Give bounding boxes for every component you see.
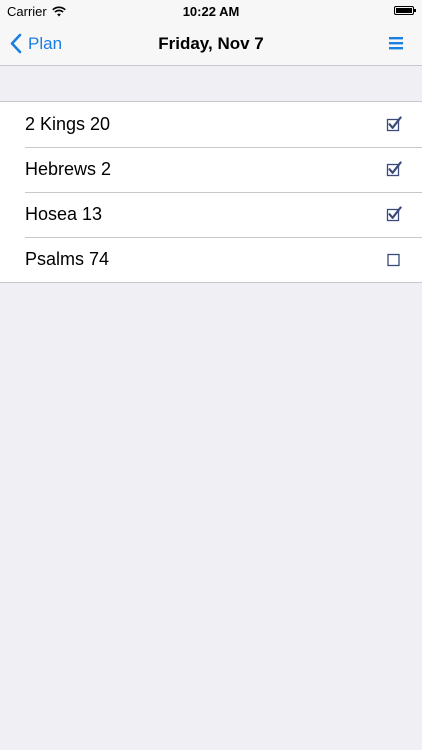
reading-label: Hebrews 2: [25, 159, 112, 179]
reading-label: 2 Kings 20: [25, 114, 111, 134]
hamburger-menu-icon: [389, 37, 403, 50]
battery-icon: [394, 6, 416, 15]
list-item[interactable]: Psalms 74: [0, 237, 422, 282]
checkbox-checked-icon[interactable]: [386, 161, 402, 177]
navigation-bar: Plan Friday, Nov 7: [0, 22, 422, 66]
list-item[interactable]: Hosea 13: [0, 192, 422, 237]
menu-button[interactable]: [386, 34, 406, 52]
list-item[interactable]: Hebrews 2: [0, 147, 422, 192]
checkbox-checked-icon[interactable]: [386, 116, 402, 132]
checkbox-unchecked-icon[interactable]: [386, 251, 402, 267]
status-bar: Carrier 10:22 AM: [0, 0, 422, 22]
reading-label: Psalms 74: [25, 249, 110, 269]
page-title: Friday, Nov 7: [158, 34, 264, 53]
status-time: 10:22 AM: [182, 4, 240, 19]
list-item[interactable]: 2 Kings 20: [0, 102, 422, 147]
reading-label: Hosea 13: [25, 204, 103, 224]
checkbox-checked-icon[interactable]: [386, 206, 402, 222]
reading-list: 2 Kings 20 Hebrews 2 Hosea 13 Psalms 74: [0, 101, 422, 283]
